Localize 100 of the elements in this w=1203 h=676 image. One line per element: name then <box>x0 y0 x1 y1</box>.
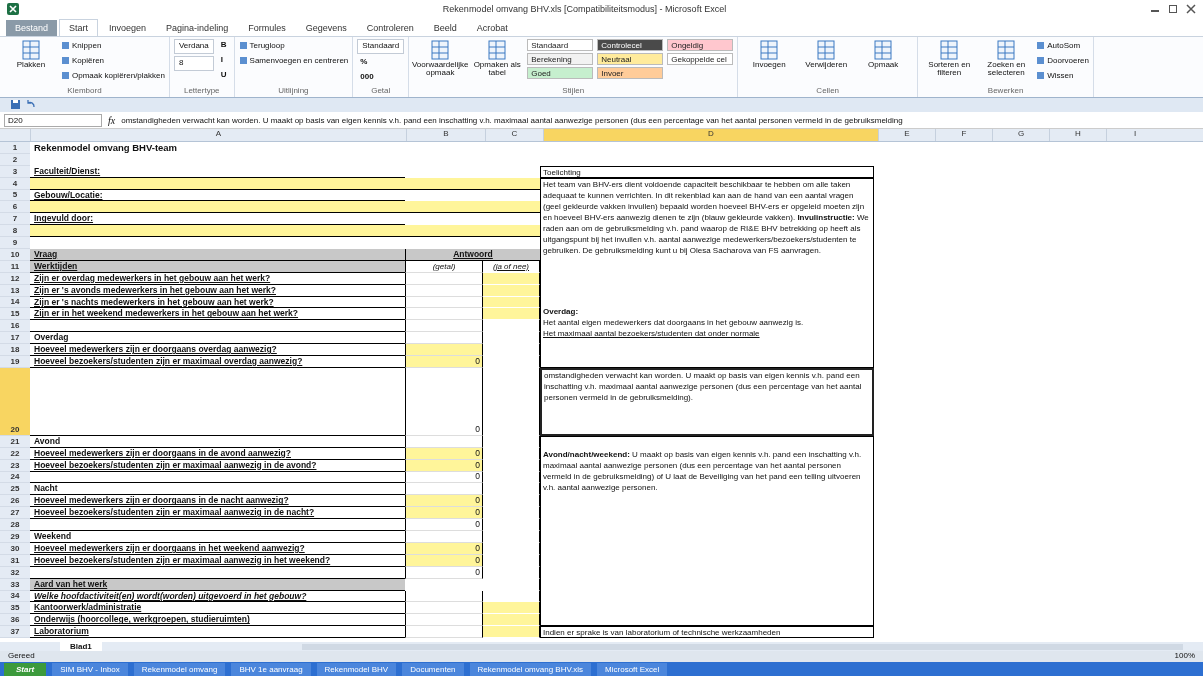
ribbon-button[interactable]: Plakken <box>4 39 58 86</box>
format-button[interactable]: I <box>217 54 230 67</box>
row-number[interactable]: 16 <box>0 320 30 333</box>
answer-cell[interactable]: 0 <box>405 519 483 532</box>
format-button[interactable]: U <box>217 69 230 82</box>
answer-cell[interactable] <box>483 614 540 627</box>
answer-cell[interactable]: 0 <box>405 507 483 520</box>
ribbon-button[interactable]: Doorvoeren <box>1036 54 1089 67</box>
cell-style[interactable]: Invoer <box>597 67 664 79</box>
zoom-level[interactable]: 100% <box>1174 651 1195 662</box>
cell-style[interactable]: Ongeldig <box>667 39 734 51</box>
ribbon-tab[interactable]: Start <box>59 19 99 36</box>
ribbon-button[interactable]: Opmaak <box>856 39 911 86</box>
column-header[interactable]: A <box>30 129 406 141</box>
dropdown[interactable]: 8 <box>173 56 214 71</box>
column-header[interactable]: D <box>543 129 878 141</box>
cell-style[interactable]: Controlecel <box>597 39 664 51</box>
column-header[interactable]: H <box>1049 129 1106 141</box>
ribbon-button[interactable]: Knippen <box>61 39 165 52</box>
start-button[interactable]: Start <box>4 662 47 676</box>
cell-style[interactable]: Standaard <box>527 39 594 51</box>
column-header[interactable]: F <box>935 129 992 141</box>
ribbon-button[interactable]: Wissen <box>1036 69 1089 82</box>
cell-style[interactable]: Neutraal <box>597 53 664 65</box>
taskbar-item[interactable]: Rekenmodel BHV <box>316 662 397 676</box>
row-number[interactable]: 29 <box>0 531 30 543</box>
row-number[interactable]: 1 <box>0 142 30 154</box>
taskbar-item[interactable]: BHV 1e aanvraag <box>231 662 311 676</box>
row-number[interactable]: 19 <box>0 356 30 368</box>
name-box[interactable]: D20 <box>4 113 102 127</box>
ribbon-tab[interactable]: Acrobat <box>467 20 517 36</box>
undo-icon[interactable] <box>25 99 36 110</box>
ribbon-tab[interactable]: Formules <box>239 20 295 36</box>
taskbar-item[interactable]: Documenten <box>402 662 464 676</box>
answer-cell[interactable]: 0 <box>405 356 483 368</box>
ribbon-button[interactable]: Sorteren en filteren <box>922 39 977 86</box>
ribbon-button[interactable]: Kopiëren <box>61 54 165 67</box>
row-number[interactable]: 15 <box>0 308 30 321</box>
ribbon-button[interactable]: AutoSom <box>1036 39 1089 52</box>
cell-style[interactable]: Berekening <box>527 53 594 65</box>
ribbon-button[interactable]: Opmaken als tabel <box>470 39 525 86</box>
dropdown[interactable]: Standaard <box>357 39 405 54</box>
format-button[interactable]: % <box>357 56 405 69</box>
row-number[interactable]: 37 <box>0 626 30 639</box>
answer-cell[interactable]: 0 <box>405 471 483 484</box>
answer-cell[interactable] <box>483 308 540 321</box>
answer-cell[interactable] <box>483 602 540 615</box>
cell-style[interactable]: Goed <box>527 67 594 79</box>
function-button[interactable]: fx <box>108 114 116 126</box>
taskbar-item[interactable]: Rekenmodel omvang BHV.xls <box>469 662 592 676</box>
answer-cell[interactable]: 0 <box>405 367 483 436</box>
ribbon-button[interactable]: Voorwaardelijke opmaak <box>413 39 468 86</box>
maximize-icon[interactable] <box>1167 4 1179 14</box>
row-number[interactable]: 35 <box>0 602 30 615</box>
ribbon-button[interactable]: Opmaak kopiëren/plakken <box>61 69 165 82</box>
row-number[interactable]: 20 <box>0 367 30 436</box>
ribbon-tab[interactable]: Controleren <box>357 20 423 36</box>
row-number[interactable]: 7 <box>0 213 30 226</box>
cell-style[interactable]: Gekoppelde cel <box>667 53 734 65</box>
input-cell[interactable] <box>30 201 540 214</box>
ribbon-button[interactable]: Invoegen <box>742 39 797 86</box>
answer-cell[interactable] <box>405 344 483 357</box>
answer-cell[interactable] <box>483 626 540 639</box>
ribbon-button[interactable]: Zoeken en selecteren <box>979 39 1034 86</box>
formula-field[interactable]: omstandigheden verwacht kan worden. U maakt op basis van eigen kennis v.h. pand een inschatting v.h. maximaal aantal aanwezige personen (dus een percentage van het aantal personen vermeld in de gebruiksmelding <box>121 115 1203 125</box>
ribbon-tab[interactable]: Pagina-indeling <box>157 20 238 36</box>
dropdown[interactable]: Verdana <box>173 39 214 54</box>
ribbon-tab[interactable]: Gegevens <box>296 20 356 36</box>
ribbon-tab[interactable]: Beeld <box>424 20 466 36</box>
column-header[interactable]: I <box>1106 129 1163 141</box>
row-number[interactable]: 17 <box>0 332 30 345</box>
ribbon-button[interactable]: Terugloop <box>238 39 349 52</box>
row-number[interactable]: 10 <box>0 249 30 261</box>
row-number[interactable]: 27 <box>0 507 30 520</box>
ribbon-button[interactable]: Verwijderen <box>799 39 854 86</box>
format-button[interactable]: 000 <box>357 71 405 84</box>
column-header[interactable]: G <box>992 129 1049 141</box>
taskbar-item[interactable]: SIM BHV - Inbox <box>52 662 128 676</box>
ribbon-tab[interactable]: Invoegen <box>100 20 156 36</box>
sheet-tab[interactable]: Blad1 <box>60 642 102 651</box>
row-number[interactable]: 28 <box>0 519 30 532</box>
input-cell[interactable] <box>30 225 540 238</box>
ribbon-button[interactable]: Samenvoegen en centreren <box>238 54 349 67</box>
column-header[interactable]: E <box>878 129 935 141</box>
close-icon[interactable] <box>1185 4 1197 14</box>
row-number[interactable]: 26 <box>0 495 30 508</box>
format-button[interactable]: B <box>217 39 230 52</box>
row-number[interactable]: 8 <box>0 225 30 238</box>
save-icon[interactable] <box>10 99 21 110</box>
row-number[interactable]: 25 <box>0 483 30 496</box>
row-number[interactable]: 6 <box>0 201 30 214</box>
answer-cell[interactable]: 0 <box>405 566 483 579</box>
row-number[interactable]: 36 <box>0 614 30 627</box>
taskbar-item[interactable]: Microsoft Excel <box>597 662 668 676</box>
answer-cell[interactable]: 0 <box>405 495 483 508</box>
taskbar-item[interactable]: Rekenmodel omvang <box>133 662 226 676</box>
column-header[interactable]: B <box>406 129 485 141</box>
row-number[interactable]: 18 <box>0 344 30 357</box>
horizontal-scrollbar[interactable] <box>301 643 1183 650</box>
row-number[interactable]: 9 <box>0 237 30 249</box>
